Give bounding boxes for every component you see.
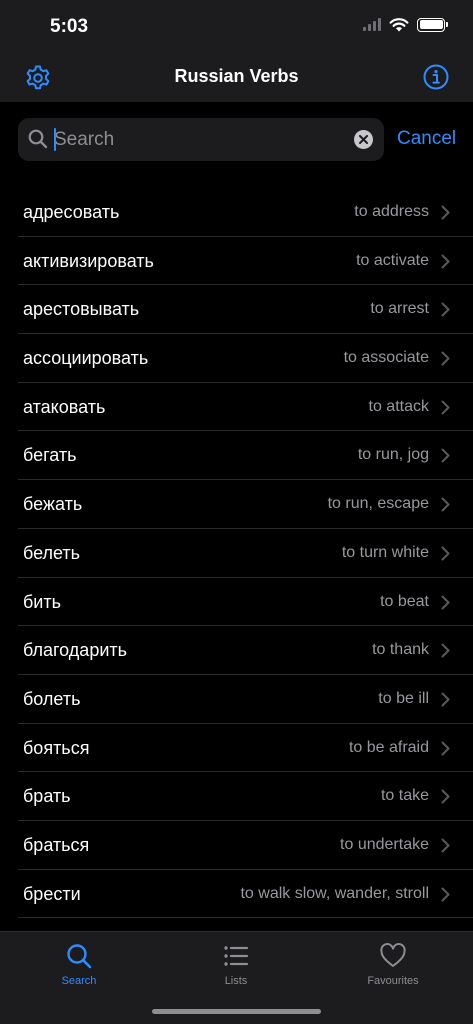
cellular-signal-icon [363, 18, 381, 31]
list-item[interactable]: ассоциировать to associate [0, 334, 473, 383]
verb-translation: to associate [343, 349, 429, 367]
verb-translation: to address [354, 203, 429, 220]
close-icon [359, 135, 368, 144]
verb-translation: to take [380, 787, 429, 805]
list-item[interactable]: бежать to run, escape [0, 480, 473, 529]
chevron-right-icon [441, 351, 450, 366]
verb-translation: to run, jog [357, 446, 429, 464]
list-item[interactable]: бояться to be afraid [0, 724, 473, 773]
verb-translation: to activate [356, 251, 429, 269]
list-item[interactable]: белеть to turn white [0, 529, 473, 578]
tab-favourites[interactable]: Favourites [338, 942, 448, 987]
verb-translation: to beat [380, 592, 429, 610]
verb-list: адресовать to address активизировать to … [0, 188, 473, 919]
search-input[interactable] [54, 124, 344, 155]
tab-label: Favourites [367, 975, 419, 987]
verb-russian: бежать [23, 494, 83, 515]
verb-russian: атаковать [23, 396, 106, 417]
search-icon [67, 944, 92, 969]
verb-russian: белеть [23, 542, 81, 563]
chevron-right-icon [441, 448, 450, 463]
list-item[interactable]: арестовывать to arrest [0, 285, 473, 334]
heart-icon [380, 943, 406, 967]
list-item[interactable]: благодарить to thank [0, 626, 473, 675]
verb-translation: to thank [372, 641, 429, 659]
verb-russian: ассоциировать [23, 348, 149, 369]
chevron-right-icon [441, 205, 450, 220]
chevron-right-icon [441, 741, 450, 756]
verb-translation: to undertake [340, 835, 429, 853]
battery-icon [417, 17, 448, 32]
verb-russian: браться [23, 834, 90, 855]
list-item[interactable]: болеть to be ill [0, 675, 473, 724]
chevron-right-icon [441, 887, 450, 902]
verb-translation: to attack [368, 397, 429, 415]
list-item[interactable]: брать to take [0, 772, 473, 821]
tab-label: Lists [224, 975, 248, 987]
status-time: 5:03 [50, 16, 89, 37]
verb-russian: активизировать [23, 250, 154, 271]
verb-russian: арестовывать [23, 299, 140, 320]
chevron-right-icon [441, 400, 450, 415]
search-box[interactable] [18, 118, 384, 161]
chevron-right-icon [441, 643, 450, 658]
page-title: Russian Verbs [174, 66, 299, 86]
chevron-right-icon [441, 838, 450, 853]
chevron-right-icon [441, 789, 450, 804]
verb-translation: to turn white [341, 543, 429, 561]
list-item[interactable]: атаковать to attack [0, 383, 473, 432]
wifi-icon [389, 18, 409, 32]
chevron-right-icon [441, 692, 450, 707]
tab-lists[interactable]: Lists [181, 942, 291, 987]
status-bar: 5:03 [0, 0, 473, 54]
clear-search-button[interactable] [354, 130, 373, 149]
search-row: Cancel [18, 118, 463, 162]
verb-translation: to be afraid [348, 738, 429, 756]
verb-russian: бить [23, 591, 61, 612]
list-item[interactable]: бегать to run, jog [0, 431, 473, 480]
verb-translation: to walk slow, wander, stroll [240, 884, 429, 902]
verb-russian: благодарить [23, 640, 128, 661]
list-item[interactable]: адресовать to address [0, 188, 473, 237]
verb-russian: брести [23, 883, 81, 904]
tab-search[interactable]: Search [24, 942, 134, 987]
verb-russian: адресовать [23, 202, 120, 222]
verb-russian: болеть [23, 688, 81, 709]
tab-label: Search [61, 975, 97, 987]
text-cursor [54, 128, 56, 151]
battery-level [419, 20, 443, 29]
search-icon [28, 129, 48, 149]
chevron-right-icon [441, 302, 450, 317]
list-item[interactable]: браться to undertake [0, 821, 473, 870]
verb-russian: бояться [23, 737, 90, 758]
cancel-button[interactable]: Cancel [397, 128, 456, 150]
list-item[interactable]: бить to beat [0, 578, 473, 627]
chevron-right-icon [441, 595, 450, 609]
list-item[interactable]: брести to walk slow, wander, stroll [0, 870, 473, 919]
verb-translation: to be ill [378, 689, 429, 707]
chevron-right-icon [441, 546, 450, 561]
info-icon[interactable] [423, 64, 449, 90]
verb-russian: брать [23, 786, 71, 807]
chevron-right-icon [441, 497, 450, 512]
verb-russian: бегать [23, 445, 77, 466]
status-icons [363, 17, 448, 32]
verb-translation: to run, escape [327, 495, 429, 513]
list-item[interactable]: активизировать to activate [0, 237, 473, 286]
home-indicator [152, 1009, 321, 1014]
list-icon [224, 946, 249, 966]
nav-bar: Russian Verbs [0, 54, 473, 102]
verb-translation: to arrest [370, 300, 429, 318]
chevron-right-icon [441, 254, 450, 269]
